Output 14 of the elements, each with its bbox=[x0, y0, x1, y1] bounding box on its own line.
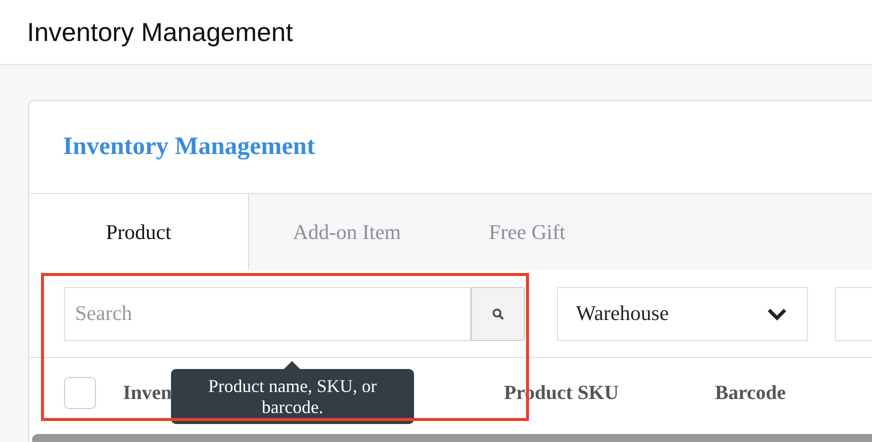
tooltip: Product name, SKU, or barcode. bbox=[171, 369, 414, 424]
search-icon bbox=[492, 308, 504, 320]
filter-dropdown[interactable] bbox=[835, 286, 872, 340]
column-header: Inven bbox=[123, 382, 172, 405]
tab[interactable]: Product bbox=[29, 194, 249, 270]
tooltip-arrow-icon bbox=[282, 361, 302, 369]
page-title: Inventory Management bbox=[27, 16, 293, 48]
search-field[interactable]: Search bbox=[64, 286, 471, 340]
warehouse-dropdown[interactable]: Warehouse bbox=[557, 286, 808, 340]
chevron-down-icon bbox=[767, 306, 788, 320]
checkbox[interactable] bbox=[64, 377, 96, 409]
card-title: Inventory Management bbox=[63, 133, 316, 161]
search-button[interactable] bbox=[471, 286, 525, 340]
column-header: Barcode bbox=[715, 382, 786, 405]
